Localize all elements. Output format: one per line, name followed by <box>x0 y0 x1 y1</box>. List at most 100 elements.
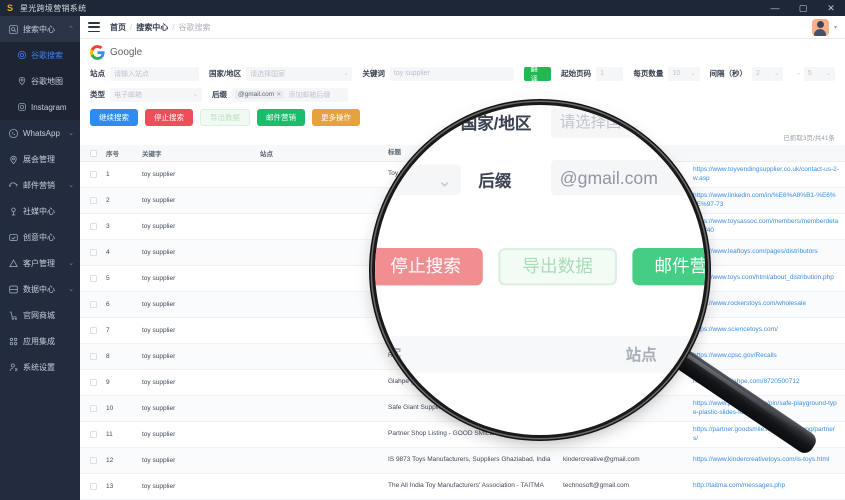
keyword-input[interactable]: toy supplier <box>389 66 514 81</box>
interval-to-select[interactable]: 5 ⌄ <box>803 66 835 81</box>
table-row[interactable]: 4 toy supplier Distributors https://www.lea… <box>80 240 845 266</box>
checkbox-icon[interactable] <box>89 483 97 490</box>
row-checkbox-cell[interactable] <box>80 275 106 282</box>
start-page-input[interactable]: 1 <box>596 66 624 81</box>
row-checkbox-cell[interactable] <box>80 457 106 464</box>
cell-url[interactable]: https://www.toysassoc.com/members/member… <box>693 218 845 236</box>
cell-url[interactable]: https://www.pinterest.com/pin/safe-playg… <box>693 400 845 418</box>
translate-button[interactable]: 翻译 <box>523 66 552 83</box>
sidebar-item-whatsapp[interactable]: WhatsApp ⌄ <box>0 120 80 146</box>
checkbox-icon[interactable] <box>89 197 97 204</box>
row-checkbox-cell[interactable] <box>80 431 106 438</box>
table-row[interactable]: 6 toy supplier Wholesale Toys https://www.r… <box>80 292 845 318</box>
checkbox-icon[interactable] <box>89 379 97 386</box>
cell-url[interactable]: http://taitma.com/messages.php <box>693 482 845 491</box>
table-row[interactable]: 9 toy supplier Glahpe general supplier ebo… <box>80 370 845 396</box>
cell-url[interactable]: https://www.leaftoys.com/pages/distribut… <box>693 248 845 257</box>
export-data-button[interactable]: 导出数据 <box>200 109 250 126</box>
checkbox-icon[interactable] <box>89 171 97 178</box>
sidebar-item-mail-marketing[interactable]: 邮件营销 ⌄ <box>0 172 80 198</box>
interval-from-select[interactable]: 2 ⌄ <box>752 66 784 81</box>
row-checkbox-cell[interactable] <box>80 327 106 334</box>
checkbox-icon[interactable] <box>89 431 97 438</box>
stop-search-button[interactable]: 停止搜索 <box>145 109 193 126</box>
cell-title: Maharastra Toy Supplier <box>388 222 459 230</box>
country-select[interactable]: 请选择国家 ⌄ <box>246 66 353 81</box>
sidebar-item-system-settings[interactable]: 系统设置 <box>0 354 80 380</box>
sidebar-item-creative-center[interactable]: 创意中心 <box>0 224 80 250</box>
row-checkbox-cell[interactable] <box>80 197 106 204</box>
cell-url[interactable]: https://www.cpsc.gov/Recalls <box>693 352 845 361</box>
cell-index: 2 <box>106 197 110 204</box>
table-row[interactable]: 1 toy supplier Toy Vending Supplier https:/… <box>80 162 845 188</box>
continue-search-button[interactable]: 继续搜索 <box>90 109 138 126</box>
checkbox-icon[interactable] <box>89 353 97 360</box>
cell-url[interactable]: https://www.toyvendingsupplier.co.uk/con… <box>693 166 845 184</box>
more-actions-button[interactable]: 更多操作 <box>312 109 360 126</box>
sidebar-item-data-center[interactable]: 数据中心 ⌄ <box>0 276 80 302</box>
hamburger-icon[interactable] <box>88 22 100 32</box>
row-checkbox-cell[interactable] <box>80 223 106 230</box>
table-row[interactable]: 12 toy supplier IS 9873 Toys Manufacturers… <box>80 448 845 474</box>
checkbox-icon[interactable] <box>89 149 97 157</box>
row-checkbox-cell[interactable] <box>80 301 106 308</box>
breadcrumb-item-search-center[interactable]: 搜索中心 <box>136 22 168 33</box>
cell-url[interactable]: https://partner.goodsmile.info/support/e… <box>693 426 845 444</box>
checkbox-icon[interactable] <box>89 249 97 256</box>
sidebar-item-google-search[interactable]: 谷歌搜索 <box>0 42 80 68</box>
table-row[interactable]: 8 toy supplier Recalls | CPSC.gov https://w… <box>80 344 845 370</box>
maximize-icon[interactable]: ▢ <box>789 0 817 16</box>
sidebar-item-official-shop[interactable]: 官网商城 <box>0 302 80 328</box>
row-checkbox-cell[interactable] <box>80 249 106 256</box>
table-row[interactable]: 5 toy supplier Distribution https://www.toy… <box>80 266 845 292</box>
breadcrumb-item-home[interactable]: 首页 <box>110 22 126 33</box>
row-checkbox-cell[interactable] <box>80 483 106 490</box>
row-checkbox-cell[interactable] <box>80 379 106 386</box>
table-row[interactable]: 13 toy supplier The All India Toy Manufact… <box>80 474 845 500</box>
cell-url[interactable]: https://www.glahpe.com/8720500712 <box>693 378 845 387</box>
checkbox-icon[interactable] <box>89 275 97 282</box>
suffix-tag[interactable]: @gmail.com ✕ <box>235 90 285 99</box>
chevron-down-icon[interactable]: ▾ <box>834 24 837 31</box>
row-checkbox-cell[interactable] <box>80 353 106 360</box>
site-input[interactable]: 请输入站点 <box>110 66 199 81</box>
sidebar-item-search-center[interactable]: 搜索中心 ⌃ <box>0 16 80 42</box>
whatsapp-icon <box>8 128 19 139</box>
checkbox-icon[interactable] <box>89 223 97 230</box>
suffix-input[interactable]: @gmail.com ✕ 添加邮箱后缀 <box>232 87 348 102</box>
sidebar-item-google-map[interactable]: 谷歌地图 <box>0 68 80 94</box>
cell-url[interactable]: https://www.sciencetoys.com/ <box>693 326 845 335</box>
sidebar-item-instagram[interactable]: Instagram <box>0 94 80 120</box>
table-row[interactable]: 10 toy supplier Safe Giant Supplier indoor… <box>80 396 845 422</box>
table-row[interactable]: 11 toy supplier Partner Shop Listing - GOO… <box>80 422 845 448</box>
close-icon[interactable]: ✕ <box>276 91 281 98</box>
checkbox-icon[interactable] <box>89 405 97 412</box>
table-row[interactable]: 2 toy supplier 林煜- Wholesale Toy Supplier … <box>80 188 845 214</box>
mail-marketing-button[interactable]: 邮件营销 <box>257 109 305 126</box>
sidebar-item-customer-manage[interactable]: 客户管理 ⌄ <box>0 250 80 276</box>
close-icon[interactable]: ✕ <box>817 0 845 16</box>
row-checkbox-cell[interactable] <box>80 171 106 178</box>
sidebar-item-app-integration[interactable]: 应用集成 <box>0 328 80 354</box>
table-row[interactable]: 7 toy supplier Amazing science toys ... htt… <box>80 318 845 344</box>
sidebar-item-expo-manage[interactable]: 展会管理 <box>0 146 80 172</box>
cell-url[interactable]: https://www.linkedin.com/in/%E6%A8%B1-%E… <box>693 192 845 210</box>
row-checkbox-cell[interactable] <box>80 405 106 412</box>
minimize-icon[interactable]: — <box>761 0 789 16</box>
cell-url[interactable]: https://www.rockerstoys.com/wholesale <box>693 300 845 309</box>
cell-url[interactable]: https://www.toys.com/html/about_distribu… <box>693 274 845 283</box>
checkbox-icon[interactable] <box>89 301 97 308</box>
start-page-label: 起始页码 <box>561 69 592 78</box>
cell-title: Recalls | CPSC.gov <box>388 352 445 360</box>
type-select[interactable]: 电子邮箱 ⌄ <box>110 87 202 102</box>
cell-index: 9 <box>106 379 110 386</box>
avatar[interactable] <box>811 18 829 36</box>
table-row[interactable]: 3 toy supplier Maharastra Toy Supplier http… <box>80 214 845 240</box>
checkbox-icon[interactable] <box>89 327 97 334</box>
search-form-row-2: 类型 电子邮箱 ⌄ 后缀 @gmail.com ✕ 添加邮箱后缀 <box>80 84 845 105</box>
per-page-select[interactable]: 10 ⌄ <box>668 66 700 81</box>
cell-url[interactable]: https://www.kindercreativetoys.com/is-to… <box>693 456 845 465</box>
sidebar-item-social-media[interactable]: 社媒中心 <box>0 198 80 224</box>
select-all-checkbox-cell[interactable] <box>80 149 106 157</box>
checkbox-icon[interactable] <box>89 457 97 464</box>
